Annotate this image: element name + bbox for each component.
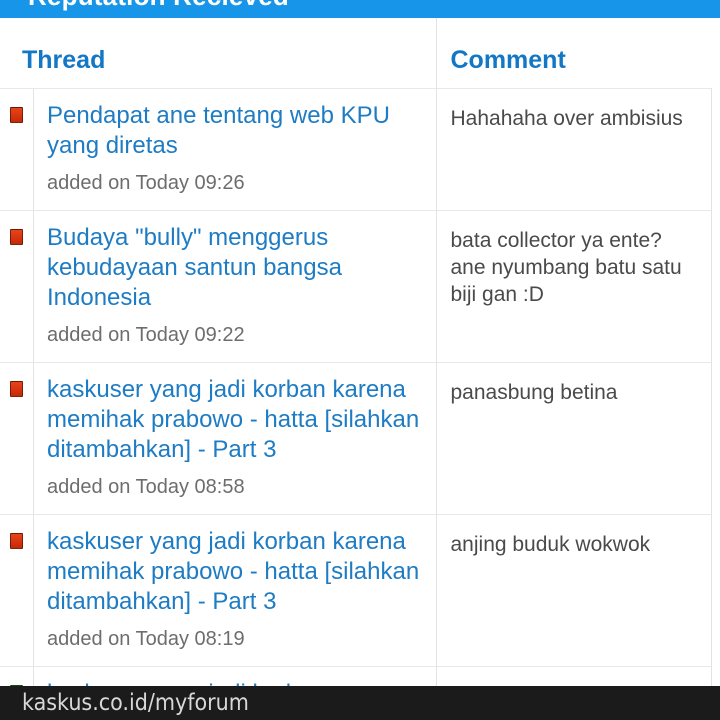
thread-added-timestamp: added on Today 08:19 <box>47 628 245 650</box>
table-row[interactable]: Pendapat ane tentang web KPU yang direta… <box>0 88 712 211</box>
thread-title-link[interactable]: kaskuser yang jadi korban karena memihak… <box>47 375 430 465</box>
thread-added-timestamp: added on Today 08:58 <box>47 476 245 498</box>
thread-cell: kaskuser yang jadi korban karena memihak… <box>0 514 436 667</box>
table-header-row: Thread Comment <box>0 18 712 89</box>
thread-title-link[interactable]: Budaya "bully" menggerus kebudayaan sant… <box>47 223 430 313</box>
thread-cell-inner: kaskuser yang jadi korban karena memihak… <box>0 363 436 514</box>
url-bar[interactable]: kaskus.co.id/myforum <box>0 686 720 720</box>
thread-title-link[interactable]: kaskuser yang jadi korban karena memihak… <box>47 527 430 617</box>
comment-cell: bata collector ya ente? ane nyumbang bat… <box>435 210 712 363</box>
table-row[interactable]: Budaya "bully" menggerus kebudayaan sant… <box>0 210 712 363</box>
thread-added-timestamp: added on Today 09:26 <box>47 172 245 194</box>
column-header-comment: Comment <box>435 18 712 89</box>
thread-title-link[interactable]: Pendapat ane tentang web KPU yang direta… <box>47 101 430 161</box>
column-header-thread: Thread <box>0 18 436 89</box>
table-header: Thread Comment <box>0 18 712 89</box>
reputation-table: Thread Comment Pendapat ane tentang web … <box>0 18 712 720</box>
app-header: Reputation Recieved <box>0 0 720 18</box>
page-root: Reputation Recieved Thread Comment Penda… <box>0 0 720 720</box>
thread-cell: Budaya "bully" menggerus kebudayaan sant… <box>0 210 436 363</box>
reputation-block-red-icon <box>10 381 23 397</box>
page-title: Reputation Recieved <box>28 0 720 12</box>
reputation-icon-slot <box>0 375 33 397</box>
table-right-border <box>711 88 712 688</box>
table-row[interactable]: kaskuser yang jadi korban karena memihak… <box>0 362 712 515</box>
thread-cell-inner: kaskuser yang jadi korban karena memihak… <box>0 515 436 666</box>
thread-body: Pendapat ane tentang web KPU yang direta… <box>33 89 430 210</box>
comment-cell: anjing buduk wokwok <box>435 514 712 667</box>
comment-cell: panasbung betina <box>435 362 712 515</box>
url-text: kaskus.co.id/myforum <box>22 690 249 716</box>
comment-cell: Hahahaha over ambisius <box>435 88 712 211</box>
reputation-icon-slot <box>0 223 33 245</box>
thread-cell-inner: Budaya "bully" menggerus kebudayaan sant… <box>0 211 436 362</box>
reputation-block-red-icon <box>10 229 23 245</box>
thread-cell: kaskuser yang jadi korban karena memihak… <box>0 362 436 515</box>
reputation-table-container: Thread Comment Pendapat ane tentang web … <box>0 18 720 720</box>
reputation-icon-slot <box>0 101 33 123</box>
thread-added-timestamp: added on Today 09:22 <box>47 324 245 346</box>
thread-cell-inner: Pendapat ane tentang web KPU yang direta… <box>0 89 436 210</box>
reputation-block-red-icon <box>10 533 23 549</box>
thread-body: kaskuser yang jadi korban karena memihak… <box>33 515 430 666</box>
thread-body: Budaya "bully" menggerus kebudayaan sant… <box>33 211 430 362</box>
reputation-icon-slot <box>0 527 33 549</box>
thread-cell: Pendapat ane tentang web KPU yang direta… <box>0 88 436 211</box>
thread-body: kaskuser yang jadi korban karena memihak… <box>33 363 430 514</box>
table-row[interactable]: kaskuser yang jadi korban karena memihak… <box>0 514 712 667</box>
table-body: Pendapat ane tentang web KPU yang direta… <box>0 88 712 720</box>
reputation-block-red-icon <box>10 107 23 123</box>
